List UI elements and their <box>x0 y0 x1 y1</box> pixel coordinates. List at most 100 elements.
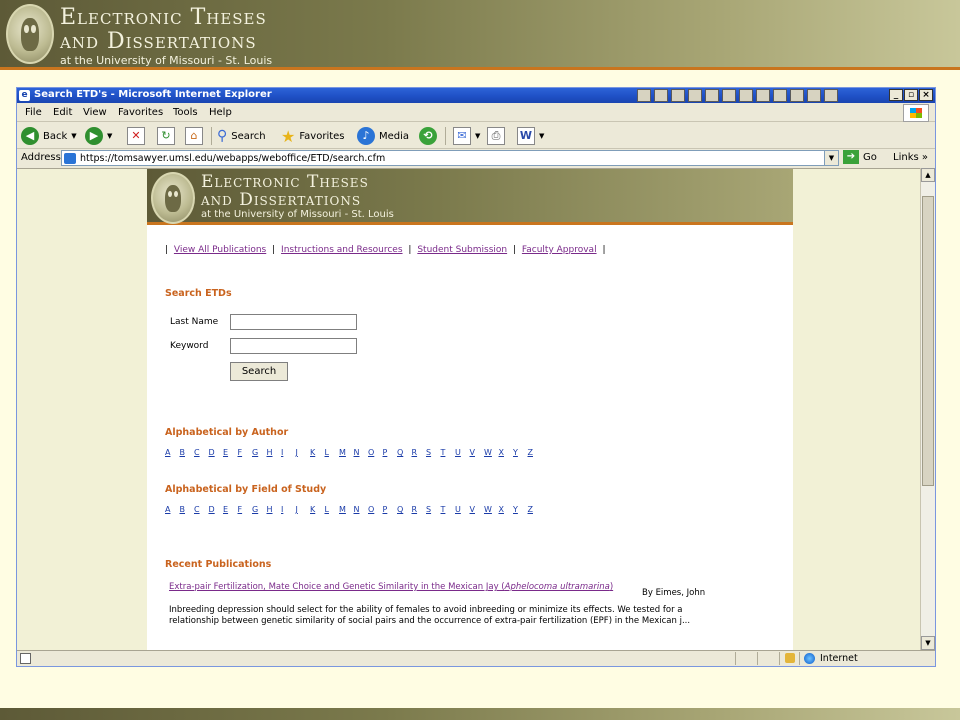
tray-app-icon[interactable] <box>824 89 838 102</box>
menu-tools[interactable]: Tools <box>173 107 198 118</box>
publication-title-link[interactable]: Extra-pair Fertilization, Mate Choice an… <box>169 582 624 592</box>
dropdown-arrow-icon[interactable]: ▼ <box>107 132 112 140</box>
field-letter-link[interactable]: Y <box>513 505 528 514</box>
scroll-thumb[interactable] <box>922 196 934 486</box>
scroll-down-icon[interactable]: ▼ <box>921 636 935 650</box>
field-letter-link[interactable]: X <box>499 505 514 514</box>
field-letter-link[interactable]: L <box>325 505 340 514</box>
author-letter-link[interactable]: W <box>484 448 499 457</box>
author-letter-link[interactable]: T <box>441 448 456 457</box>
author-letter-link[interactable]: L <box>325 448 340 457</box>
field-letter-link[interactable]: H <box>267 505 282 514</box>
go-button[interactable]: ➔ Go <box>843 150 877 164</box>
field-letter-link[interactable]: T <box>441 505 456 514</box>
field-letter-link[interactable]: E <box>223 505 238 514</box>
nav-faculty-approval[interactable]: Faculty Approval <box>522 245 597 255</box>
field-letter-link[interactable]: M <box>339 505 354 514</box>
field-letter-link[interactable]: A <box>165 505 180 514</box>
close-button[interactable]: × <box>919 89 933 101</box>
window-titlebar[interactable]: e Search ETD's - Microsoft Internet Expl… <box>17 88 935 103</box>
author-letter-link[interactable]: B <box>180 448 195 457</box>
tray-acrobat-icon[interactable] <box>773 89 787 102</box>
mail-button[interactable]: ✉ ▼ <box>453 126 480 146</box>
favorites-toolbar-button[interactable]: ★ Favorites <box>281 126 345 146</box>
keyword-input[interactable] <box>230 338 357 354</box>
field-letter-link[interactable]: S <box>426 505 441 514</box>
author-letter-link[interactable]: H <box>267 448 282 457</box>
author-letter-link[interactable]: P <box>383 448 398 457</box>
history-button[interactable]: ⟲ <box>419 126 437 146</box>
menu-file[interactable]: File <box>25 107 42 118</box>
edit-button[interactable]: W ▼ <box>517 126 544 146</box>
nav-student-submission[interactable]: Student Submission <box>417 245 507 255</box>
tray-app-icon[interactable] <box>654 89 668 102</box>
refresh-button[interactable]: ↻ <box>157 126 175 146</box>
author-letter-link[interactable]: D <box>209 448 224 457</box>
dropdown-arrow-icon[interactable]: ▼ <box>475 132 480 140</box>
tray-excel-icon[interactable] <box>722 89 736 102</box>
menu-help[interactable]: Help <box>209 107 232 118</box>
field-letter-link[interactable]: D <box>209 505 224 514</box>
last-name-input[interactable] <box>230 314 357 330</box>
maximize-button[interactable]: ▫ <box>904 89 918 101</box>
field-letter-link[interactable]: J <box>296 505 311 514</box>
field-letter-link[interactable]: N <box>354 505 369 514</box>
field-letter-link[interactable]: B <box>180 505 195 514</box>
author-letter-link[interactable]: O <box>368 448 383 457</box>
field-letter-link[interactable]: F <box>238 505 253 514</box>
author-letter-link[interactable]: J <box>296 448 311 457</box>
print-button[interactable]: ⎙ <box>487 126 505 146</box>
author-letter-link[interactable]: E <box>223 448 238 457</box>
field-letter-link[interactable]: U <box>455 505 470 514</box>
author-letter-link[interactable]: I <box>281 448 296 457</box>
tray-app-icon[interactable] <box>637 89 651 102</box>
author-letter-link[interactable]: N <box>354 448 369 457</box>
author-letter-link[interactable]: X <box>499 448 514 457</box>
home-button[interactable]: ⌂ <box>185 126 203 146</box>
media-toolbar-button[interactable]: ♪ Media <box>357 126 409 146</box>
author-letter-link[interactable]: K <box>310 448 325 457</box>
tray-app-icon[interactable] <box>671 89 685 102</box>
field-letter-link[interactable]: P <box>383 505 398 514</box>
field-letter-link[interactable]: C <box>194 505 209 514</box>
address-dropdown-icon[interactable]: ▼ <box>824 151 838 165</box>
back-button[interactable]: ◀ Back ▼ <box>21 126 77 146</box>
author-letter-link[interactable]: V <box>470 448 485 457</box>
author-letter-link[interactable]: U <box>455 448 470 457</box>
author-letter-link[interactable]: S <box>426 448 441 457</box>
field-letter-link[interactable]: Z <box>528 505 543 514</box>
search-button[interactable]: Search <box>230 362 288 381</box>
tray-app-icon[interactable] <box>739 89 753 102</box>
author-letter-link[interactable]: Z <box>528 448 543 457</box>
author-letter-link[interactable]: R <box>412 448 427 457</box>
dropdown-arrow-icon[interactable]: ▼ <box>71 132 76 140</box>
tray-app-icon[interactable] <box>756 89 770 102</box>
stop-button[interactable]: ✕ <box>127 126 145 146</box>
minimize-button[interactable]: _ <box>889 89 903 101</box>
author-letter-link[interactable]: M <box>339 448 354 457</box>
links-button[interactable]: Links » <box>893 152 928 163</box>
tray-mail-icon[interactable] <box>688 89 702 102</box>
author-letter-link[interactable]: C <box>194 448 209 457</box>
field-letter-link[interactable]: K <box>310 505 325 514</box>
menu-edit[interactable]: Edit <box>53 107 72 118</box>
tray-word-icon[interactable] <box>705 89 719 102</box>
field-letter-link[interactable]: G <box>252 505 267 514</box>
author-letter-link[interactable]: Q <box>397 448 412 457</box>
nav-instructions-and-resources[interactable]: Instructions and Resources <box>281 245 402 255</box>
search-toolbar-button[interactable]: ⚲ Search <box>217 126 266 146</box>
tray-app-icon[interactable] <box>790 89 804 102</box>
address-input[interactable]: https://tomsawyer.umsl.edu/webapps/webof… <box>61 150 839 166</box>
vertical-scrollbar[interactable]: ▲ ▼ <box>920 168 935 650</box>
field-letter-link[interactable]: R <box>412 505 427 514</box>
scroll-up-icon[interactable]: ▲ <box>921 168 935 182</box>
field-letter-link[interactable]: Q <box>397 505 412 514</box>
tray-app-icon[interactable] <box>807 89 821 102</box>
forward-button[interactable]: ▶ ▼ <box>85 126 112 146</box>
author-letter-link[interactable]: Y <box>513 448 528 457</box>
field-letter-link[interactable]: V <box>470 505 485 514</box>
menu-favorites[interactable]: Favorites <box>118 107 163 118</box>
nav-view-all-publications[interactable]: View All Publications <box>174 245 266 255</box>
field-letter-link[interactable]: W <box>484 505 499 514</box>
field-letter-link[interactable]: I <box>281 505 296 514</box>
